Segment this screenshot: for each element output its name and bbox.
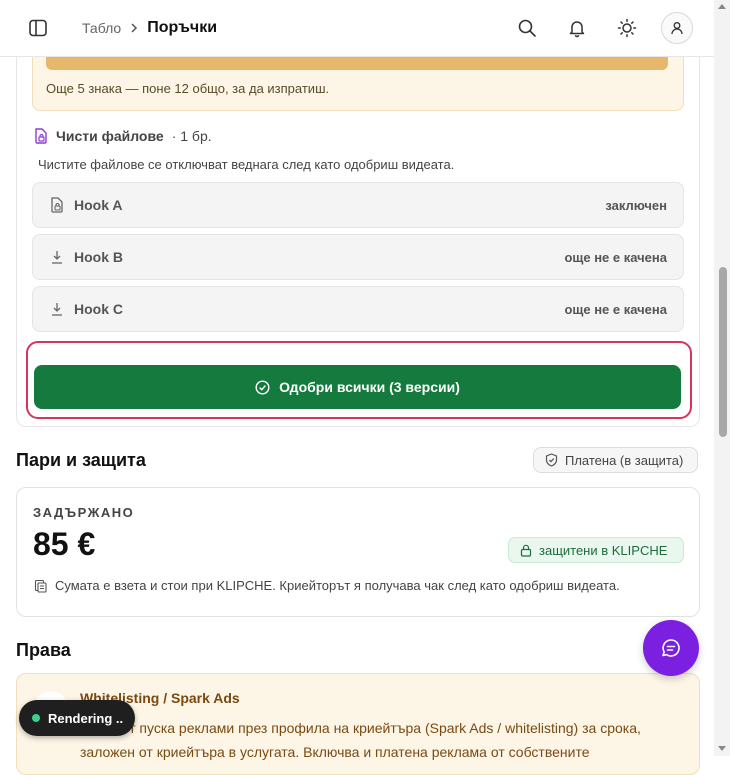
chevron-right-icon bbox=[131, 23, 138, 33]
paid-status-label: Платена (в защита) bbox=[565, 452, 684, 468]
file-row-hook-b[interactable]: Hook B още не е качена bbox=[32, 234, 684, 280]
file-name: Hook A bbox=[74, 197, 123, 213]
rendering-label: Rendering .. bbox=[48, 710, 124, 726]
file-status: още не е качена bbox=[564, 302, 667, 317]
file-lock-icon bbox=[35, 128, 47, 144]
rights-section-title: Права bbox=[16, 640, 71, 660]
scroll-up-arrow[interactable] bbox=[718, 4, 726, 9]
top-bar: Табло Поръчки bbox=[0, 0, 714, 57]
search-icon[interactable] bbox=[517, 18, 537, 38]
approve-all-label: Одобри всички (3 версии) bbox=[279, 379, 460, 395]
breadcrumb-parent[interactable]: Табло bbox=[82, 20, 121, 36]
rights-item-text: Брандът пуска реклами през профила на кр… bbox=[80, 720, 641, 760]
clean-files-description: Чистите файлове се отключват веднага сле… bbox=[38, 157, 455, 172]
clean-files-header: Чисти файлове · 1 бр. bbox=[34, 128, 212, 144]
money-note-text: Сумата е взета и стои при KLIPCHE. Крией… bbox=[55, 578, 620, 593]
download-icon bbox=[52, 303, 62, 316]
breadcrumb-current: Поръчки bbox=[147, 19, 218, 36]
clean-files-label: Чисти файлове bbox=[56, 128, 164, 144]
sun-icon[interactable] bbox=[617, 18, 637, 38]
lock-file-icon bbox=[51, 197, 63, 213]
file-name: Hook B bbox=[74, 249, 123, 265]
scroll-down-arrow[interactable] bbox=[718, 746, 726, 751]
protected-label: защитени в KLIPCHE bbox=[539, 542, 668, 558]
approve-all-button[interactable]: Одобри всички (3 версии) bbox=[34, 365, 681, 409]
receipt-icon bbox=[34, 579, 47, 593]
paid-status-badge: Платена (в защита) bbox=[533, 447, 698, 473]
comment-send-bar bbox=[46, 56, 668, 70]
status-dot-icon bbox=[32, 714, 40, 722]
file-row-hook-a[interactable]: Hook A заключен bbox=[32, 182, 684, 228]
file-status: заключен bbox=[605, 198, 667, 213]
clean-files-count: · 1 бр. bbox=[171, 128, 212, 144]
breadcrumb: Табло Поръчки bbox=[82, 19, 217, 37]
file-name: Hook C bbox=[74, 301, 123, 317]
money-section-title: Пари и защита bbox=[16, 450, 146, 470]
user-avatar-button[interactable] bbox=[661, 12, 693, 44]
held-amount: 85 € bbox=[33, 526, 96, 562]
scrollbar-thumb[interactable] bbox=[719, 267, 727, 437]
file-row-hook-c[interactable]: Hook C още не е качена bbox=[32, 286, 684, 332]
download-icon bbox=[52, 251, 62, 264]
check-circle-icon bbox=[255, 379, 270, 395]
file-status: още не е качена bbox=[564, 250, 667, 265]
lock-icon bbox=[520, 544, 532, 557]
chat-icon bbox=[662, 639, 680, 657]
rendering-toast: Rendering .. bbox=[19, 700, 135, 736]
chat-button[interactable] bbox=[643, 620, 699, 676]
protected-badge: защитени в KLIPCHE bbox=[508, 537, 684, 563]
bell-icon[interactable] bbox=[567, 18, 587, 38]
held-label: ЗАДЪРЖАНО bbox=[33, 505, 135, 520]
user-icon bbox=[671, 22, 683, 35]
sidebar-toggle-icon[interactable] bbox=[28, 18, 48, 38]
money-note: Сумата е взета и стои при KLIPCHE. Крией… bbox=[34, 578, 620, 593]
char-hint: Още 5 знака — поне 12 общо, за да изпрат… bbox=[46, 81, 330, 96]
shield-check-icon bbox=[545, 453, 558, 467]
